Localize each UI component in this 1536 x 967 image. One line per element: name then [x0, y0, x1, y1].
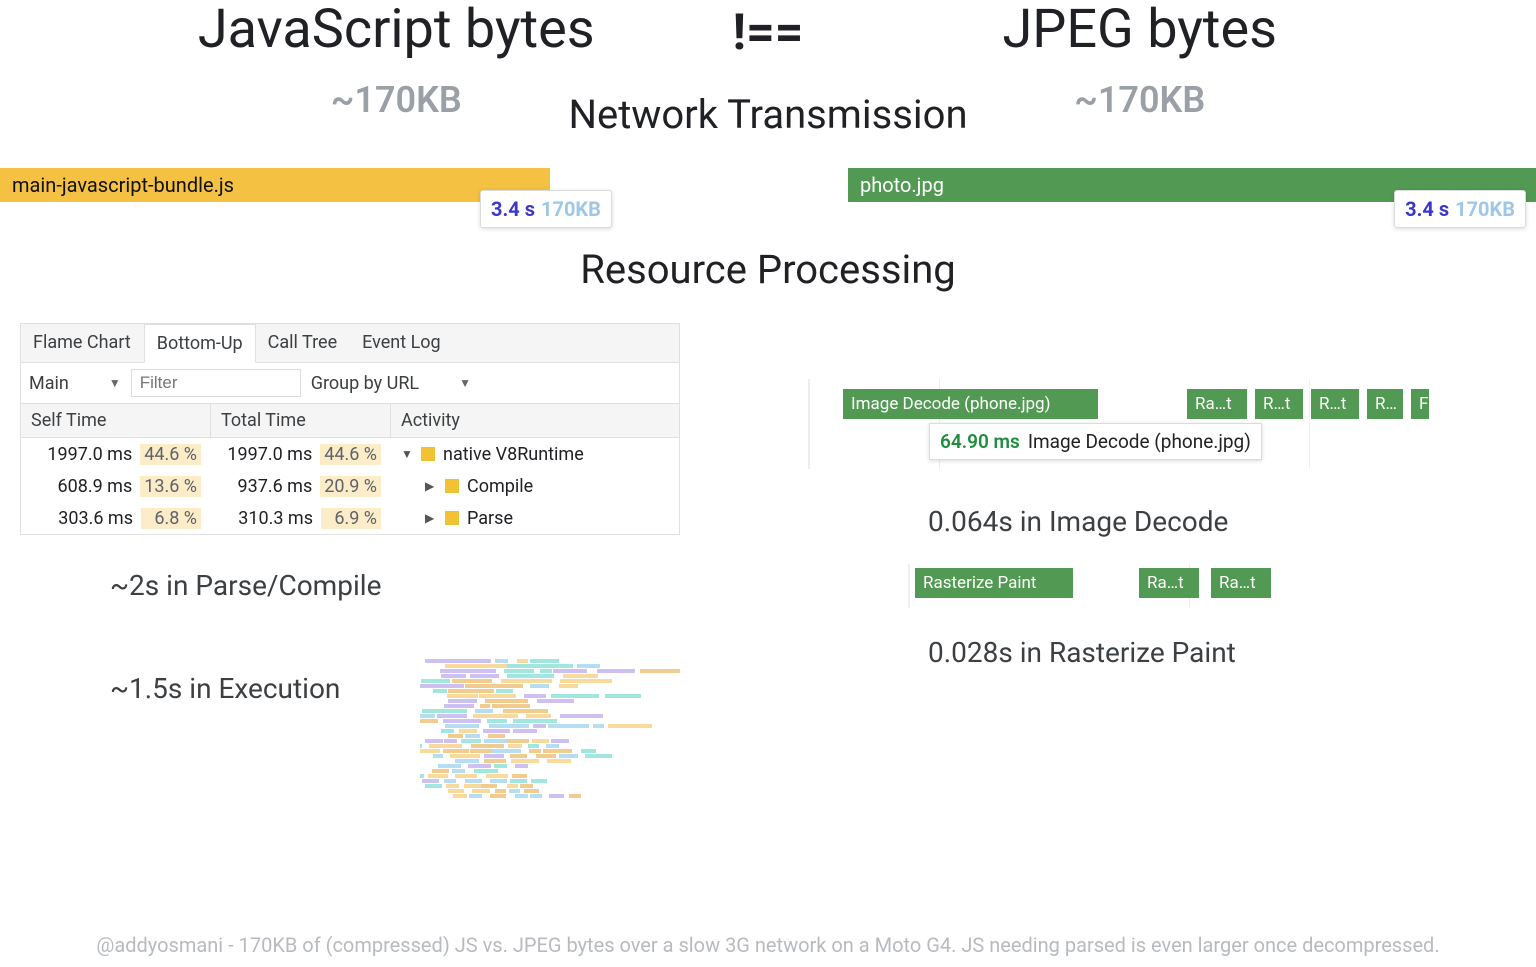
col-total-time: Total Time — [211, 404, 391, 437]
jpeg-bar-label: photo.jpg — [860, 173, 944, 197]
tab-call-tree[interactable]: Call Tree — [256, 324, 350, 362]
raster-block-small: R…t — [1311, 389, 1359, 419]
js-title: JavaScript bytes — [60, 0, 733, 59]
devtools-toolbar: Main ▼ Group by URL ▼ — [21, 363, 679, 404]
devtools-tabs: Flame Chart Bottom-Up Call Tree Event Lo… — [21, 324, 679, 363]
js-bar: main-javascript-bundle.js — [0, 168, 550, 202]
network-bars: main-javascript-bundle.js 3.4 s170KB pho… — [0, 168, 1536, 202]
raster-block-small: R…t — [1255, 389, 1303, 419]
filter-input[interactable] — [131, 369, 301, 397]
tab-bottom-up[interactable]: Bottom-Up — [144, 324, 256, 363]
tab-flame-chart[interactable]: Flame Chart — [21, 324, 144, 362]
js-bar-size: 170KB — [541, 197, 601, 221]
tab-event-log[interactable]: Event Log — [350, 324, 454, 362]
not-equal-symbol: !== — [733, 4, 804, 62]
group-label: Group by URL — [311, 373, 419, 394]
processing-heading: Resource Processing — [0, 246, 1536, 293]
raster-block-small: Ra…t — [1187, 389, 1247, 419]
table-row[interactable]: 303.6 ms6.8 %310.3 ms6.9 %▶Parse — [21, 502, 679, 534]
decode-summary: 0.064s in Image Decode — [928, 505, 1516, 538]
devtools-table-body: 1997.0 ms44.6 %1997.0 ms44.6 %▼native V8… — [21, 438, 679, 534]
thread-select[interactable]: Main ▼ — [29, 373, 121, 394]
decode-tooltip: 64.90 ms Image Decode (phone.jpg) — [929, 423, 1262, 460]
raster-paint-small: Ra…t — [1211, 568, 1271, 598]
image-decode-timeline: Image Decode (phone.jpg) Ra…t R…t R…t R…… — [808, 379, 1516, 469]
table-row[interactable]: 608.9 ms13.6 %937.6 ms20.9 %▶Compile — [21, 470, 679, 502]
parse-compile-summary: ~2s in Parse/Compile — [110, 569, 728, 602]
content-row: Flame Chart Bottom-Up Call Tree Event Lo… — [0, 323, 1536, 799]
flame-chart-thumbnail — [420, 659, 680, 799]
raster-timeline: Rasterize Paint Ra…t Ra…t — [908, 564, 1516, 608]
jpeg-bar-time: 3.4 s — [1405, 197, 1449, 221]
thread-label: Main — [29, 373, 69, 394]
decode-tooltip-time: 64.90 ms — [940, 430, 1020, 453]
devtools-table-header: Self Time Total Time Activity — [21, 404, 679, 438]
decode-tooltip-label: Image Decode (phone.jpg) — [1028, 430, 1251, 453]
raster-paint-small: Ra…t — [1139, 568, 1199, 598]
decode-block: Image Decode (phone.jpg) — [843, 389, 1098, 419]
devtools-panel: Flame Chart Bottom-Up Call Tree Event Lo… — [20, 323, 680, 535]
group-select[interactable]: Group by URL ▼ — [311, 373, 471, 394]
js-bar-tooltip: 3.4 s170KB — [480, 190, 612, 228]
table-row[interactable]: 1997.0 ms44.6 %1997.0 ms44.6 %▼native V8… — [21, 438, 679, 470]
raster-summary: 0.028s in Rasterize Paint — [928, 636, 1516, 669]
footnote: @addyosmani - 170KB of (compressed) JS v… — [0, 933, 1536, 957]
raster-block-small: R… — [1367, 389, 1403, 419]
js-bar-time: 3.4 s — [491, 197, 535, 221]
col-activity: Activity — [391, 404, 679, 437]
raster-paint-block: Rasterize Paint — [915, 568, 1073, 598]
chevron-down-icon: ▼ — [459, 376, 471, 390]
col-self-time: Self Time — [21, 404, 211, 437]
chevron-down-icon: ▼ — [109, 376, 121, 390]
raster-block-small: F — [1411, 389, 1429, 419]
jpeg-bar-size: 170KB — [1455, 197, 1515, 221]
jpeg-title: JPEG bytes — [803, 0, 1476, 59]
js-bar-label: main-javascript-bundle.js — [12, 173, 234, 197]
jpeg-bar-tooltip: 3.4 s170KB — [1394, 190, 1526, 228]
